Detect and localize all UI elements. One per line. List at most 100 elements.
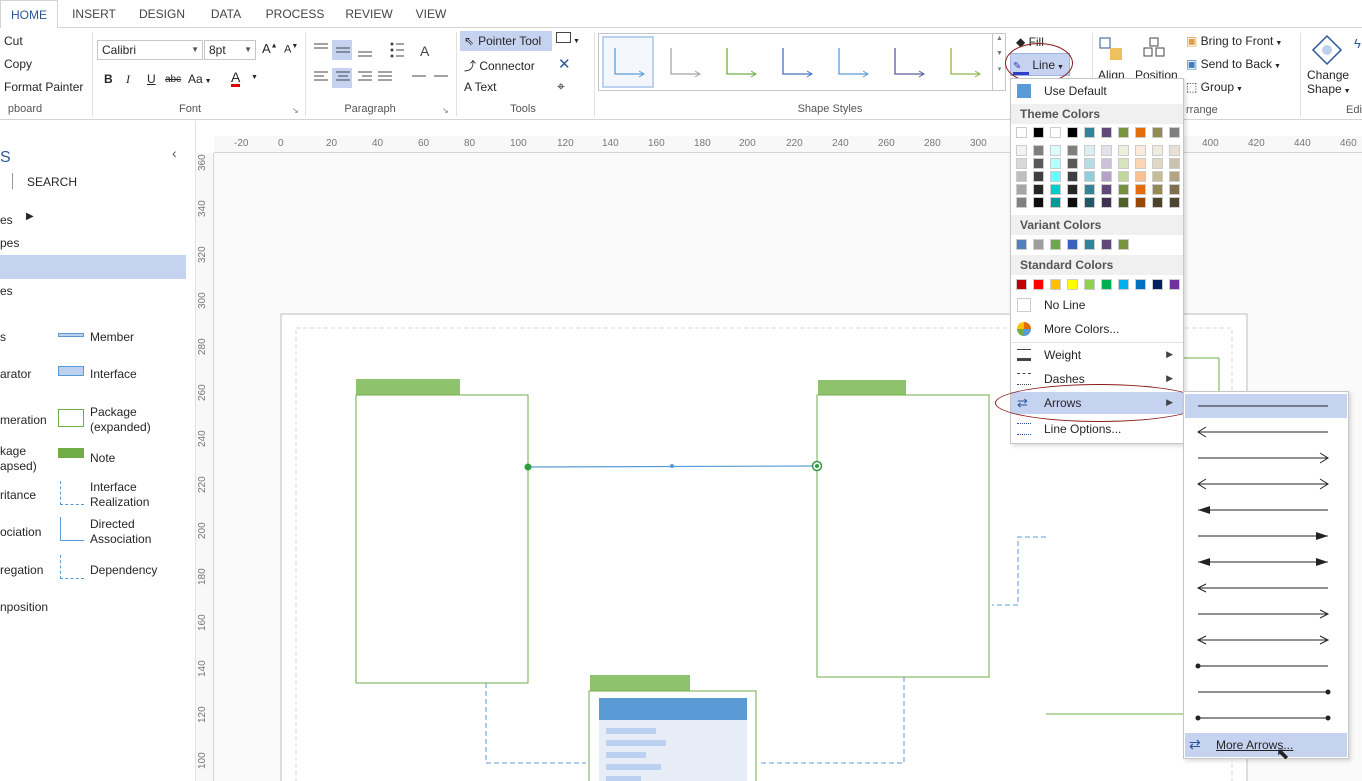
shape-item[interactable]: arator — [0, 367, 31, 381]
color-swatch[interactable] — [1101, 145, 1112, 156]
shape-item[interactable]: Directed Association — [90, 517, 151, 547]
shrink-font-icon[interactable]: A▼ — [284, 43, 298, 56]
tab-design[interactable]: DESIGN — [134, 0, 190, 28]
weight-item[interactable]: Weight ▶ — [1011, 344, 1183, 366]
more-arrows-item[interactable]: ⇄ More Arrows... — [1185, 733, 1347, 757]
color-swatch[interactable] — [1118, 145, 1129, 156]
change-shape-icon[interactable] — [1311, 34, 1343, 66]
color-swatch[interactable] — [1084, 145, 1095, 156]
color-swatch[interactable] — [1033, 184, 1044, 195]
color-swatch[interactable] — [1169, 127, 1180, 138]
italic-button[interactable]: I — [126, 72, 130, 87]
color-swatch[interactable] — [1169, 184, 1180, 195]
tab-review[interactable]: REVIEW — [340, 0, 398, 28]
color-swatch[interactable] — [1050, 145, 1061, 156]
color-swatch[interactable] — [1084, 158, 1095, 169]
shape-item[interactable]: ritance — [0, 488, 36, 502]
color-swatch[interactable] — [1135, 197, 1146, 208]
shape-item[interactable]: s — [0, 330, 6, 344]
color-swatch[interactable] — [1152, 197, 1163, 208]
color-swatch[interactable] — [1084, 197, 1095, 208]
close-icon[interactable]: ✕ — [558, 55, 571, 73]
color-swatch[interactable] — [1016, 158, 1027, 169]
cut-button[interactable]: Cut — [4, 34, 23, 48]
pointer-tool-button[interactable]: ⇖ Pointer Tool — [460, 31, 552, 51]
color-swatch[interactable] — [1152, 184, 1163, 195]
shape-item[interactable]: meration — [0, 413, 47, 427]
tab-view[interactable]: VIEW — [410, 0, 452, 28]
tab-home[interactable]: HOME — [0, 0, 58, 29]
align-icon[interactable] — [1098, 36, 1124, 62]
color-swatch[interactable] — [1033, 279, 1044, 290]
color-swatch[interactable] — [1135, 158, 1146, 169]
color-swatch[interactable] — [1084, 171, 1095, 182]
color-swatch[interactable] — [1169, 279, 1180, 290]
collapse-chevron-icon[interactable]: ‹ — [172, 145, 177, 161]
send-to-back-button[interactable]: ▣ Send to Back ▼ — [1186, 57, 1281, 71]
shape-item[interactable]: kage apsed) — [0, 444, 37, 474]
tab-insert[interactable]: INSERT — [66, 0, 122, 28]
color-swatch[interactable] — [1118, 171, 1129, 182]
color-swatch[interactable] — [1033, 158, 1044, 169]
color-swatch[interactable] — [1067, 158, 1078, 169]
color-swatch[interactable] — [1016, 239, 1027, 250]
color-swatch[interactable] — [1067, 127, 1078, 138]
underline-button[interactable]: U — [147, 72, 156, 86]
stencil-item-1[interactable]: es — [0, 213, 13, 227]
shape-item[interactable]: regation — [0, 563, 43, 577]
position-icon[interactable] — [1142, 36, 1168, 62]
color-swatch[interactable] — [1084, 279, 1095, 290]
change-shape-button[interactable]: Change Shape ▼ — [1307, 68, 1351, 96]
shape-item[interactable]: Package (expanded) — [90, 405, 151, 435]
connection-point-icon[interactable]: ⌖ — [557, 78, 565, 95]
color-swatch[interactable] — [1016, 127, 1027, 138]
color-swatch[interactable] — [1067, 239, 1078, 250]
color-swatch[interactable] — [1067, 145, 1078, 156]
text-tool-button[interactable]: A Text — [464, 80, 496, 94]
color-swatch[interactable] — [1152, 145, 1163, 156]
color-swatch[interactable] — [1050, 197, 1061, 208]
color-swatch[interactable] — [1152, 279, 1163, 290]
color-swatch[interactable] — [1101, 239, 1112, 250]
tab-process[interactable]: PROCESS — [262, 0, 328, 28]
bring-to-front-button[interactable]: ▣ Bring to Front ▼ — [1186, 34, 1282, 48]
grow-font-icon[interactable]: A▲ — [262, 41, 278, 56]
color-swatch[interactable] — [1101, 127, 1112, 138]
color-swatch[interactable] — [1016, 197, 1027, 208]
color-swatch[interactable] — [1016, 145, 1027, 156]
tab-data[interactable]: DATA — [202, 0, 250, 28]
color-swatch[interactable] — [1067, 197, 1078, 208]
color-swatch[interactable] — [1016, 171, 1027, 182]
bold-button[interactable]: B — [104, 72, 113, 86]
color-swatch[interactable] — [1050, 184, 1061, 195]
color-swatch[interactable] — [1118, 197, 1129, 208]
group-button[interactable]: ⬚ Group ▼ — [1186, 80, 1243, 94]
shape-item[interactable]: Member — [90, 330, 134, 344]
color-swatch[interactable] — [1101, 184, 1112, 195]
more-colors-item[interactable]: More Colors... — [1011, 318, 1183, 340]
color-swatch[interactable] — [1033, 239, 1044, 250]
connector-button[interactable]: ⤴ Connector — [464, 57, 535, 74]
color-swatch[interactable] — [1050, 158, 1061, 169]
font-color-button[interactable]: A — [231, 70, 241, 87]
color-swatch[interactable] — [1169, 171, 1180, 182]
change-case-button[interactable]: Aa ▼ — [188, 72, 212, 86]
copy-button[interactable]: Copy — [4, 57, 32, 71]
color-swatch[interactable] — [1135, 171, 1146, 182]
color-swatch[interactable] — [1033, 145, 1044, 156]
stencil-item-3[interactable]: es — [0, 284, 13, 298]
color-swatch[interactable] — [1118, 279, 1129, 290]
color-swatch[interactable] — [1101, 158, 1112, 169]
shape-item[interactable]: Interface Realization — [90, 480, 149, 510]
color-swatch[interactable] — [1152, 158, 1163, 169]
color-swatch[interactable] — [1050, 171, 1061, 182]
color-swatch[interactable] — [1135, 184, 1146, 195]
shape-item[interactable]: nposition — [0, 600, 48, 614]
find-icon[interactable]: ϟ — [1354, 36, 1361, 51]
use-default-item[interactable]: Use Default — [1011, 80, 1183, 102]
color-swatch[interactable] — [1152, 127, 1163, 138]
color-swatch[interactable] — [1067, 184, 1078, 195]
color-swatch[interactable] — [1135, 127, 1146, 138]
no-line-item[interactable]: No Line — [1011, 294, 1183, 316]
strikethrough-button[interactable]: abc — [165, 74, 181, 85]
